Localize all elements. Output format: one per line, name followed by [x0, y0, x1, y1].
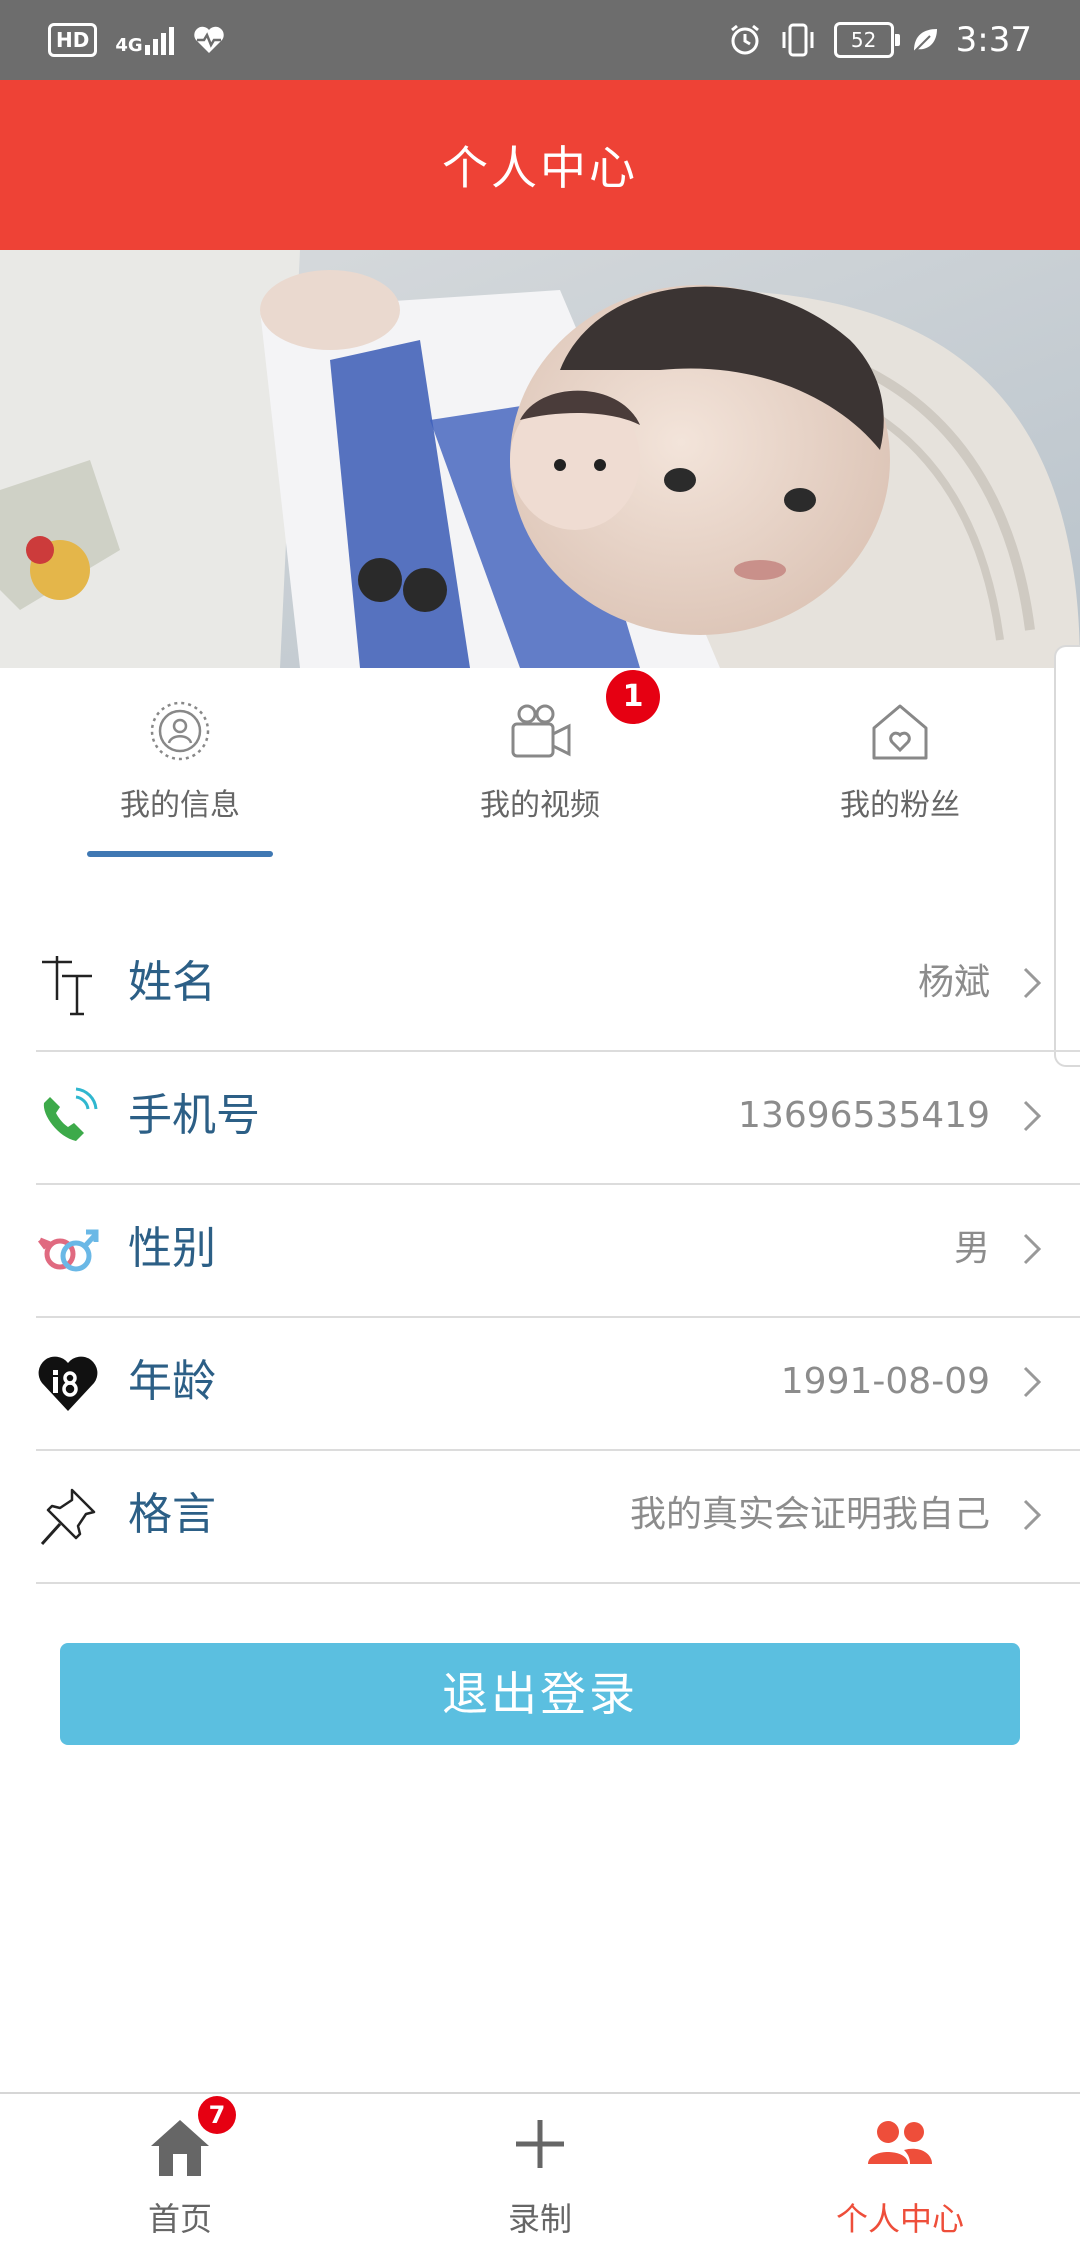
- pushpin-icon: [40, 1488, 96, 1546]
- health-heart-icon: [193, 26, 224, 53]
- signal-indicator: 4G: [115, 25, 174, 56]
- logout-button[interactable]: 退出登录: [60, 1643, 1020, 1745]
- active-tab-indicator: [87, 851, 273, 857]
- plus-icon: [516, 2120, 564, 2168]
- vibrate-icon: [782, 23, 814, 57]
- home-badge: 7: [198, 2096, 236, 2134]
- nav-label: 录制: [507, 2200, 572, 2238]
- status-time: 3:37: [955, 20, 1032, 60]
- row-value: 我的真实会证明我自己: [629, 1494, 990, 1535]
- leaf-icon: [912, 29, 937, 53]
- hd-indicator: HD: [48, 23, 98, 57]
- row-value: 1991-08-09: [780, 1361, 990, 1402]
- status-bar: HD 4G 52 3:37: [0, 0, 1080, 80]
- row-label: 年龄: [128, 1356, 216, 1407]
- row-label: 手机号: [128, 1090, 260, 1141]
- info-row-motto[interactable]: 格言 我的真实会证明我自己: [36, 1450, 1080, 1584]
- bottom-navigation: 7 首页 录制 个人中心: [0, 2092, 1080, 2242]
- row-label: 姓名: [128, 957, 216, 1008]
- row-value: 男: [953, 1228, 990, 1269]
- users-icon: [868, 2121, 932, 2164]
- nav-label: 首页: [147, 2200, 212, 2238]
- video-count-badge: 1: [606, 670, 660, 724]
- gender-icon: [38, 1229, 99, 1272]
- network-type: 4G: [115, 35, 143, 56]
- chevron-right-icon: [1023, 1499, 1042, 1531]
- nav-profile[interactable]: 个人中心: [720, 2094, 1080, 2242]
- row-value: 杨斌: [917, 962, 990, 1003]
- chevron-right-icon: [1023, 1100, 1042, 1132]
- profile-icon: [150, 701, 210, 761]
- row-value: 13696535419: [738, 1095, 990, 1136]
- text-font-icon: [42, 956, 92, 1016]
- battery-indicator: 52: [833, 22, 900, 58]
- app-header: 个人中心: [0, 80, 1080, 250]
- tab-label: 我的信息: [120, 788, 240, 823]
- profile-banner-photo[interactable]: [0, 250, 1080, 668]
- info-row-phone[interactable]: 手机号 13696535419: [36, 1051, 1080, 1185]
- nav-label: 个人中心: [835, 2200, 964, 2238]
- info-row-name[interactable]: 姓名 杨斌: [36, 918, 1080, 1052]
- nav-record[interactable]: 录制: [360, 2094, 720, 2242]
- chevron-right-icon: [1023, 1366, 1042, 1398]
- heart-18-icon: [38, 1356, 98, 1411]
- signal-bars-icon: [144, 25, 174, 55]
- phone-icon: [43, 1087, 98, 1141]
- tab-my-fans[interactable]: 我的粉丝: [750, 700, 1050, 824]
- tab-label: 我的粉丝: [840, 788, 960, 823]
- page-title: 个人中心: [442, 141, 638, 195]
- chevron-right-icon: [1023, 967, 1042, 999]
- row-label: 性别: [128, 1223, 216, 1274]
- tab-label: 我的视频: [480, 788, 600, 823]
- info-row-gender[interactable]: 性别 男: [36, 1184, 1080, 1318]
- row-label: 格言: [128, 1489, 216, 1540]
- alarm-icon: [730, 24, 759, 55]
- nav-home[interactable]: 7 首页: [0, 2094, 360, 2242]
- info-row-age[interactable]: 年龄 1991-08-09: [36, 1317, 1080, 1451]
- tab-my-info[interactable]: 我的信息: [30, 700, 330, 824]
- house-heart-icon: [872, 704, 928, 760]
- video-camera-icon: [511, 704, 571, 758]
- chevron-right-icon: [1023, 1233, 1042, 1265]
